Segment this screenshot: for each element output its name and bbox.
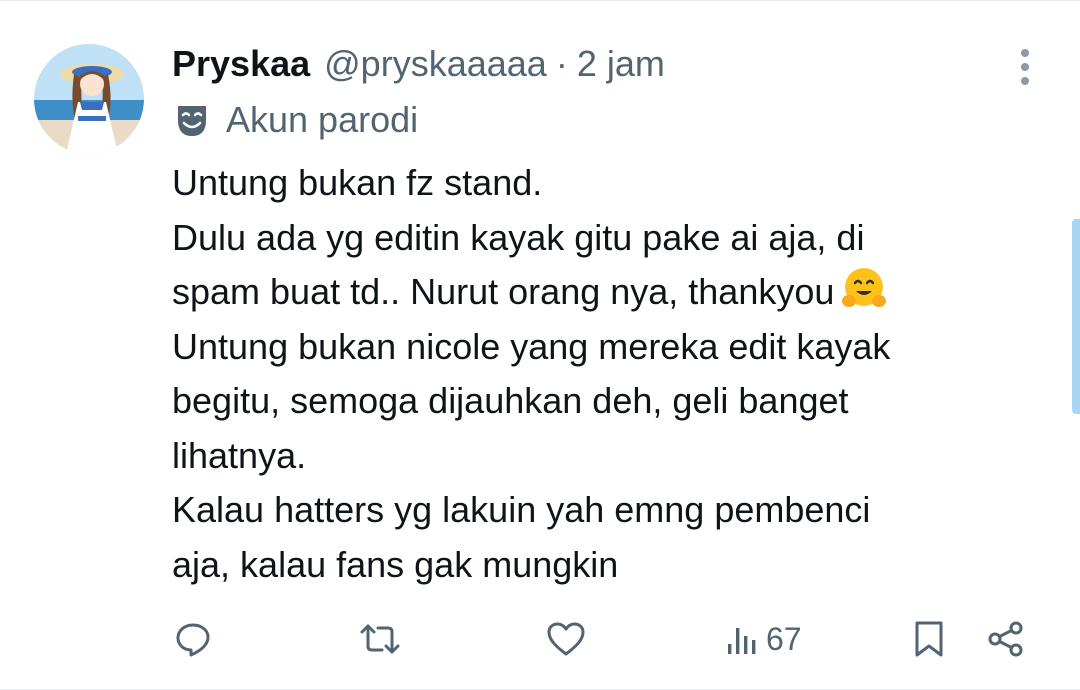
theater-mask-icon	[172, 100, 212, 140]
tweet-text: Untung bukan fz stand. Dulu ada yg editi…	[172, 156, 1022, 592]
display-name[interactable]: Pryskaa	[172, 43, 310, 85]
share-button[interactable]	[986, 613, 1026, 665]
hugging-face-emoji	[840, 265, 888, 313]
tweet-text-line: Untung bukan fz stand.	[172, 162, 543, 203]
tweet-text-line: lihatnya.	[172, 434, 307, 476]
tweet-text-line: Kalau hatters yg lakuin yah emng pembenc…	[172, 489, 871, 530]
retweet-button[interactable]	[358, 613, 402, 665]
views-count: 67	[766, 620, 802, 657]
account-label-text: Akun parodi	[226, 99, 419, 140]
tweet-text-line: spam buat td.. Nurut orang nya, thankyou	[172, 265, 1022, 320]
tweet-text-line: Dulu ada yg editin kayak gitu pake ai aj…	[172, 216, 865, 258]
bookmark-icon	[912, 619, 946, 659]
tweet-text-line: begitu, semoga dijauhkan deh, geli bange…	[172, 380, 849, 421]
account-label: Akun parodi	[172, 95, 418, 145]
tweet-card[interactable]: Pryskaa @pryskaaaaa · 2 jam Akun parodi …	[0, 0, 1080, 690]
user-handle[interactable]: @pryskaaaaa	[324, 43, 547, 85]
views-icon	[726, 620, 760, 658]
like-button[interactable]	[546, 613, 586, 665]
retweet-icon	[358, 620, 402, 658]
bookmark-button[interactable]	[912, 613, 946, 665]
timestamp[interactable]: 2 jam	[577, 43, 665, 85]
scrollbar[interactable]	[1072, 219, 1080, 414]
tweet-text-line: aja, kalau fans gak mungkin	[172, 543, 619, 585]
reply-icon	[174, 620, 212, 658]
separator-dot: ·	[555, 43, 568, 84]
share-icon	[986, 619, 1026, 659]
avatar[interactable]	[34, 44, 144, 154]
tweet-text-segment: spam buat td.. Nurut orang nya, thankyou	[172, 271, 835, 312]
tweet-header: Pryskaa @pryskaaaaa · 2 jam	[172, 39, 665, 89]
heart-icon	[546, 620, 586, 658]
tweet-text-line: Untung bukan nicole yang mereka edit kay…	[172, 325, 891, 367]
tweet-actions: 67	[0, 613, 1080, 665]
reply-button[interactable]	[174, 613, 212, 665]
more-options-icon[interactable]	[1008, 43, 1042, 91]
views-button[interactable]: 67	[726, 613, 802, 665]
